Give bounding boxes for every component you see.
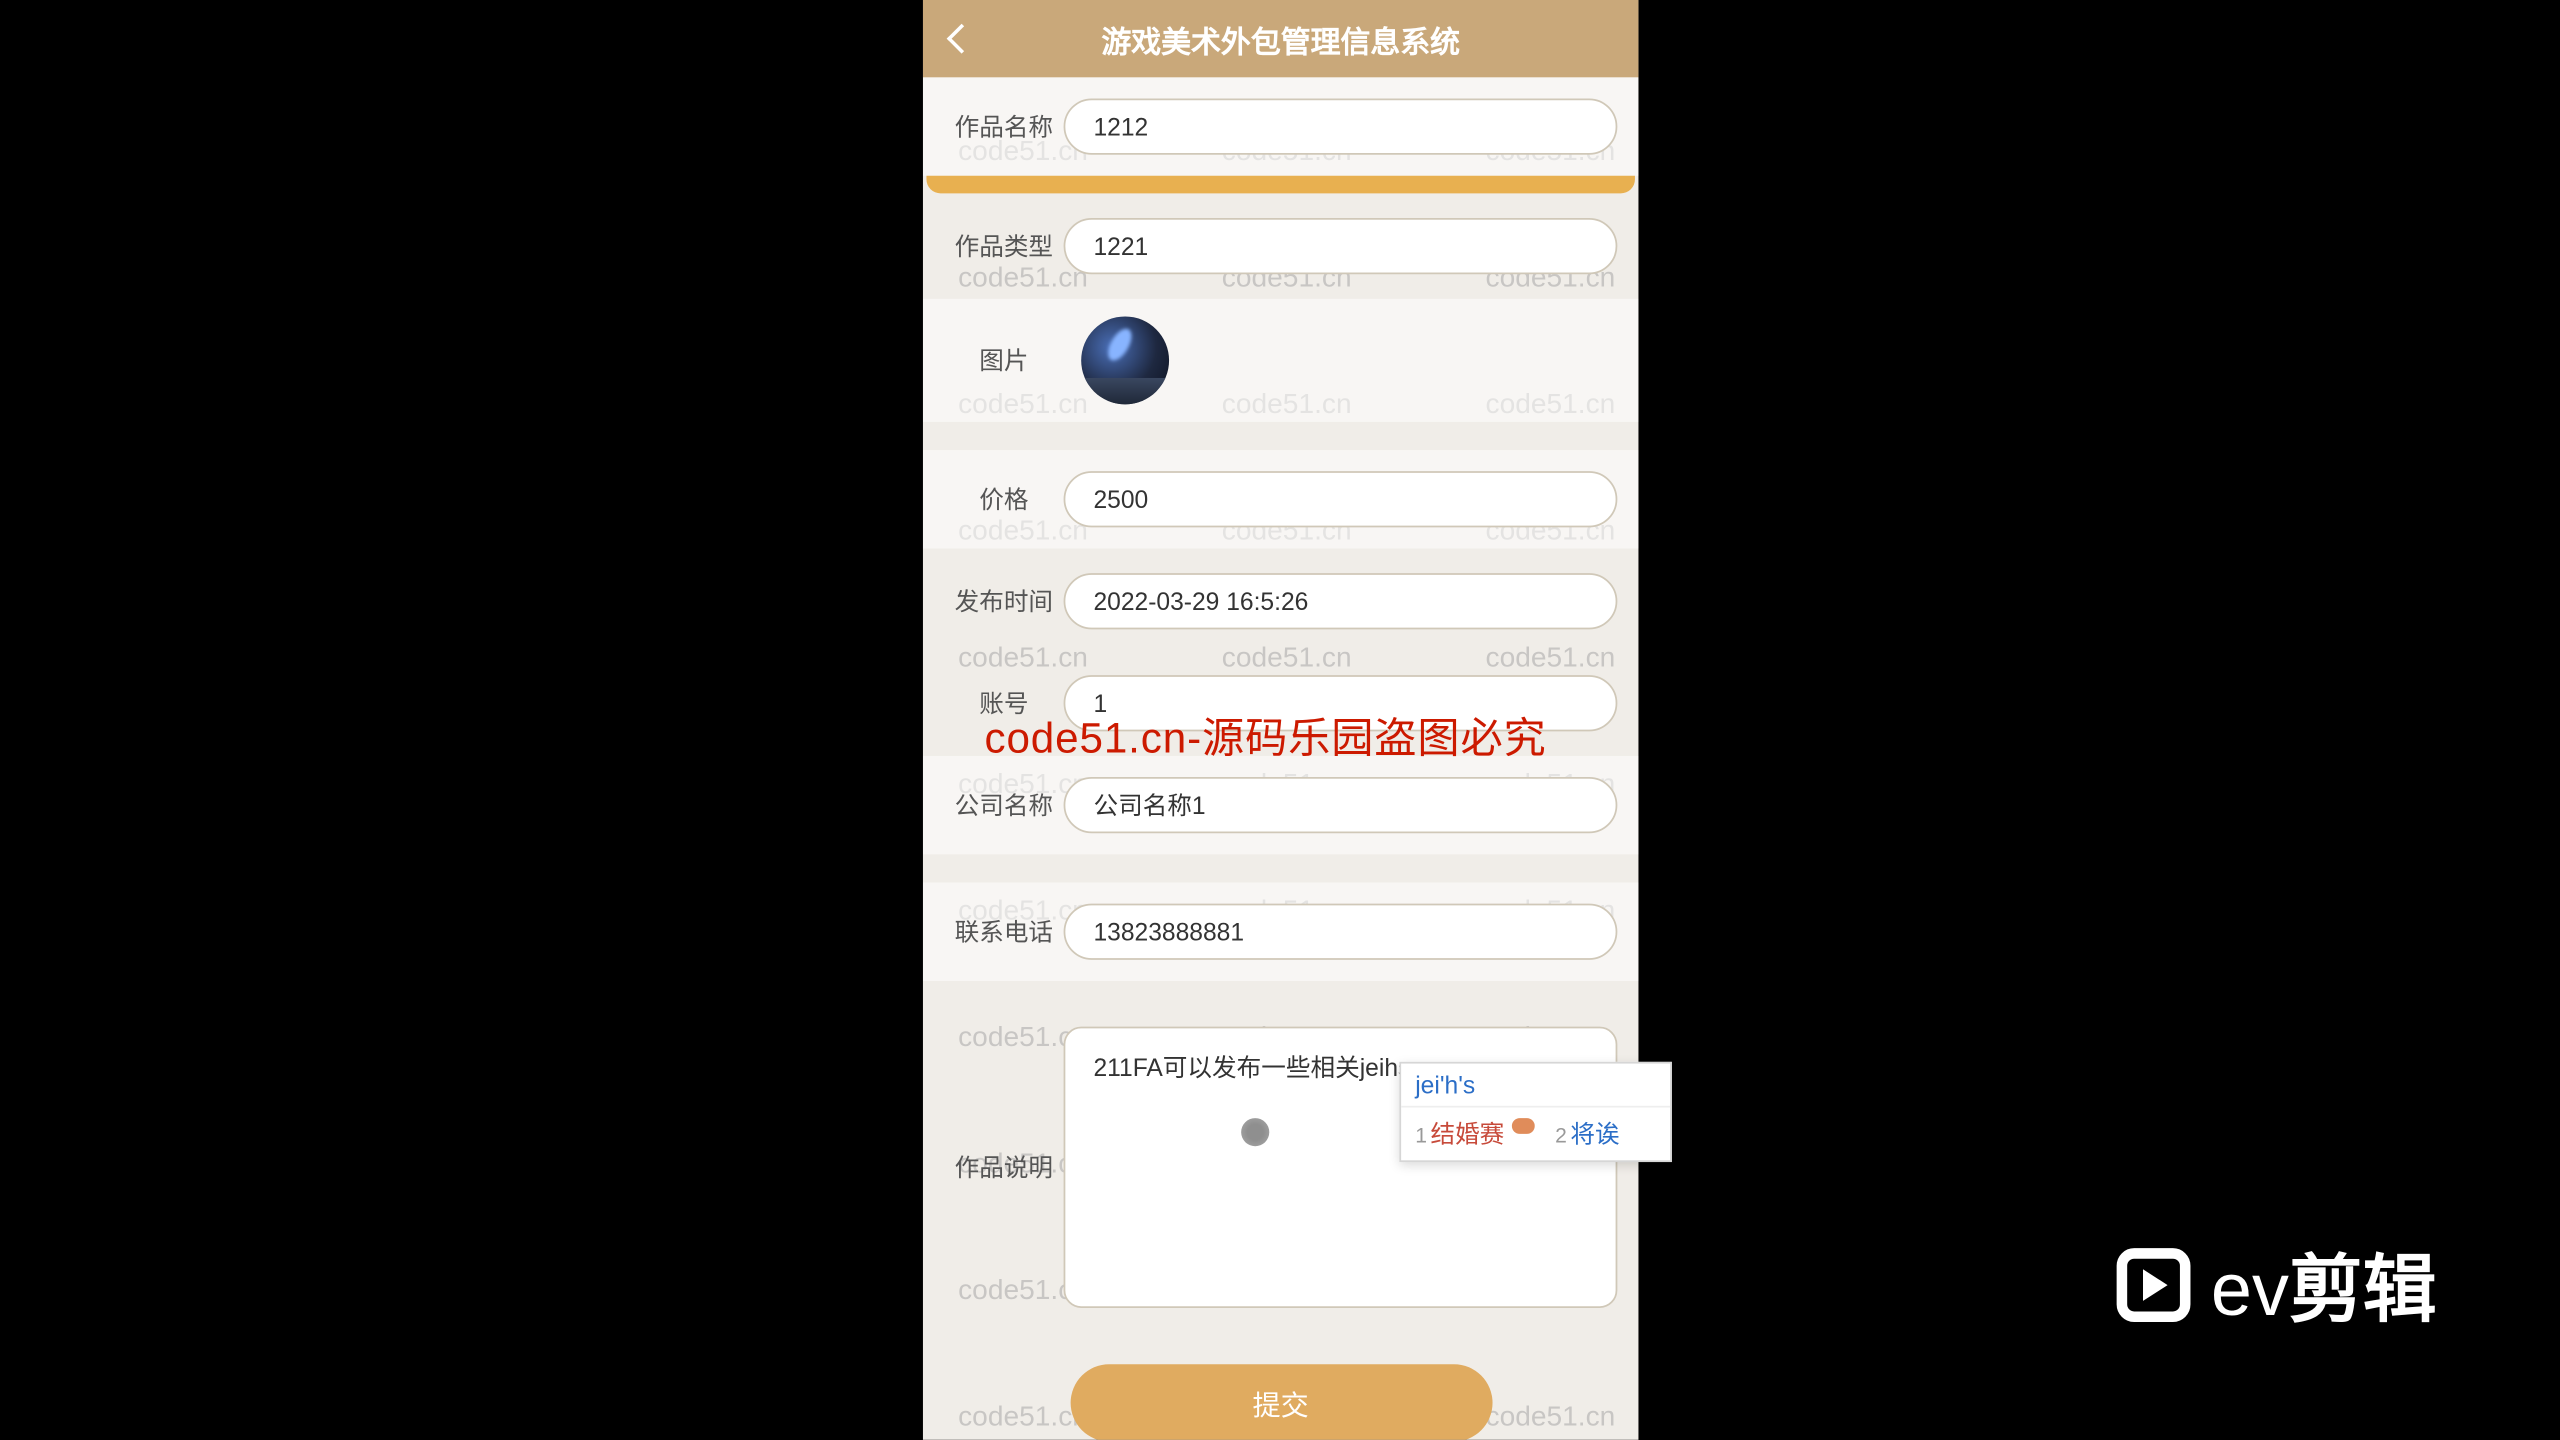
label-work-type: 作品类型 [944, 229, 1064, 264]
ev-logo-text-en: ev [2211, 1248, 2289, 1331]
label-pubtime: 发布时间 [944, 584, 1064, 619]
input-work-type[interactable] [1064, 218, 1618, 274]
row-work-type: 作品类型 [923, 197, 1639, 295]
label-image: 图片 [944, 343, 1064, 378]
label-company: 公司名称 [944, 788, 1064, 823]
input-company[interactable] [1064, 777, 1618, 833]
label-phone: 联系电话 [944, 914, 1064, 949]
label-desc: 作品说明 [944, 1150, 1064, 1185]
input-pubtime[interactable] [1064, 573, 1618, 629]
ime-candidate-row: 1结婚赛 2将诶 [1401, 1108, 1670, 1161]
row-price: 价格 [923, 450, 1639, 548]
row-phone: 联系电话 [923, 883, 1639, 981]
row-company: 公司名称 [923, 756, 1639, 854]
ime-candidate-2[interactable]: 2将诶 [1555, 1116, 1619, 1151]
label-work-name: 作品名称 [944, 109, 1064, 144]
input-price[interactable] [1064, 471, 1618, 527]
ime-pinyin-text: jei'h's [1401, 1064, 1670, 1108]
play-icon [2116, 1247, 2190, 1321]
ime-candidate-popup[interactable]: jei'h's 1结婚赛 2将诶 [1399, 1062, 1671, 1162]
image-thumbnail[interactable] [1081, 316, 1169, 404]
cloud-icon [1511, 1118, 1534, 1134]
app-header: 游戏美术外包管理信息系统 [923, 0, 1639, 77]
back-icon[interactable] [947, 24, 977, 54]
input-phone[interactable] [1064, 904, 1618, 960]
row-image: 图片 [923, 299, 1639, 422]
loading-indicator-icon [1241, 1118, 1269, 1146]
ev-logo-text-cn: 剪辑 [2289, 1248, 2437, 1331]
page-title: 游戏美术外包管理信息系统 [923, 17, 1639, 61]
accent-bar [926, 176, 1634, 194]
ev-editor-logo: ev剪辑 [2116, 1231, 2437, 1338]
row-desc: 作品说明 [923, 1009, 1639, 1325]
input-work-name[interactable] [1064, 98, 1618, 154]
submit-area: 提交 [923, 1329, 1639, 1440]
row-work-name: 作品名称 [923, 77, 1639, 175]
ime-candidate-1[interactable]: 1结婚赛 [1415, 1116, 1534, 1151]
anti-theft-watermark: code51.cn-源码乐园盗图必究 [984, 703, 1546, 765]
row-pubtime: 发布时间 [923, 552, 1639, 650]
label-price: 价格 [944, 482, 1064, 517]
submit-button[interactable]: 提交 [1070, 1364, 1492, 1440]
